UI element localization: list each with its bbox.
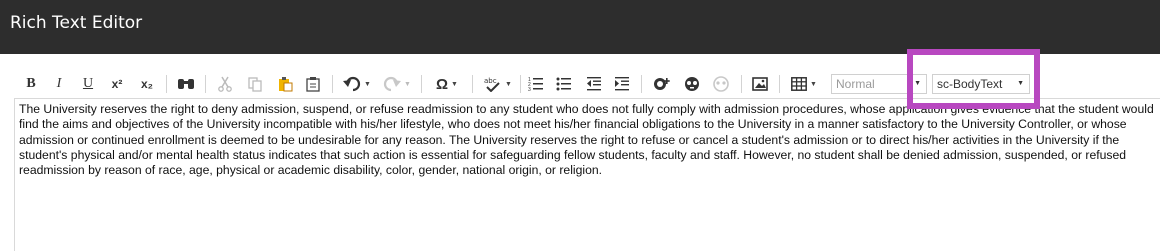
bold-button[interactable]: B: [22, 73, 40, 95]
paste-text-icon[interactable]: [275, 73, 295, 95]
style-select-value: sc-BodyText: [937, 77, 1003, 91]
format-select[interactable]: Normal ▼: [831, 74, 927, 94]
toolbar-separator: [520, 75, 521, 93]
svg-text:3: 3: [528, 87, 531, 92]
title-bar: Rich Text Editor: [0, 0, 1160, 54]
window-title: Rich Text Editor: [10, 13, 143, 33]
undo-icon: [343, 76, 361, 92]
undo-button[interactable]: ▼: [342, 73, 372, 95]
format-select-value: Normal: [836, 77, 875, 91]
svg-text:abc: abc: [484, 77, 497, 85]
toolbar-separator: [332, 75, 333, 93]
paste-icon[interactable]: [303, 73, 323, 95]
redo-button[interactable]: ▼: [382, 73, 412, 95]
spellcheck-button[interactable]: abc ▼: [482, 73, 514, 95]
cut-icon[interactable]: [215, 73, 235, 95]
spellcheck-icon: abc: [484, 77, 500, 92]
find-icon[interactable]: [176, 73, 196, 95]
outdent-icon[interactable]: [584, 73, 604, 95]
toolbar-separator: [641, 75, 642, 93]
omega-icon: Ω: [436, 75, 449, 93]
chevron-down-icon: ▼: [914, 80, 921, 87]
chevron-down-icon: ▼: [1017, 80, 1024, 87]
toolbar-separator: [166, 75, 167, 93]
special-character-button[interactable]: Ω ▼: [431, 73, 463, 95]
editor-body-text[interactable]: The University reserves the right to den…: [19, 102, 1155, 178]
remove-link-icon[interactable]: [710, 73, 732, 95]
insert-anchor-icon[interactable]: [681, 73, 703, 95]
insert-table-button[interactable]: ▼: [788, 73, 820, 95]
toolbar-separator: [779, 75, 780, 93]
underline-button[interactable]: U: [79, 73, 97, 95]
bulleted-list-icon[interactable]: [554, 73, 574, 95]
toolbar-separator: [205, 75, 206, 93]
insert-image-icon[interactable]: [750, 73, 770, 95]
toolbar-separator: [421, 75, 422, 93]
superscript-button[interactable]: x²: [106, 73, 128, 95]
numbered-list-icon[interactable]: 123: [526, 73, 546, 95]
editor-content-area[interactable]: The University reserves the right to den…: [14, 98, 1160, 251]
subscript-button[interactable]: x₂: [136, 73, 158, 95]
copy-icon[interactable]: [245, 73, 265, 95]
style-select[interactable]: sc-BodyText ▼: [932, 74, 1030, 94]
table-icon: [791, 77, 807, 91]
insert-link-icon[interactable]: [651, 73, 673, 95]
indent-icon[interactable]: [612, 73, 632, 95]
toolbar-separator: [741, 75, 742, 93]
toolbar-separator: [472, 75, 473, 93]
redo-icon: [383, 76, 402, 92]
italic-button[interactable]: I: [50, 73, 68, 95]
